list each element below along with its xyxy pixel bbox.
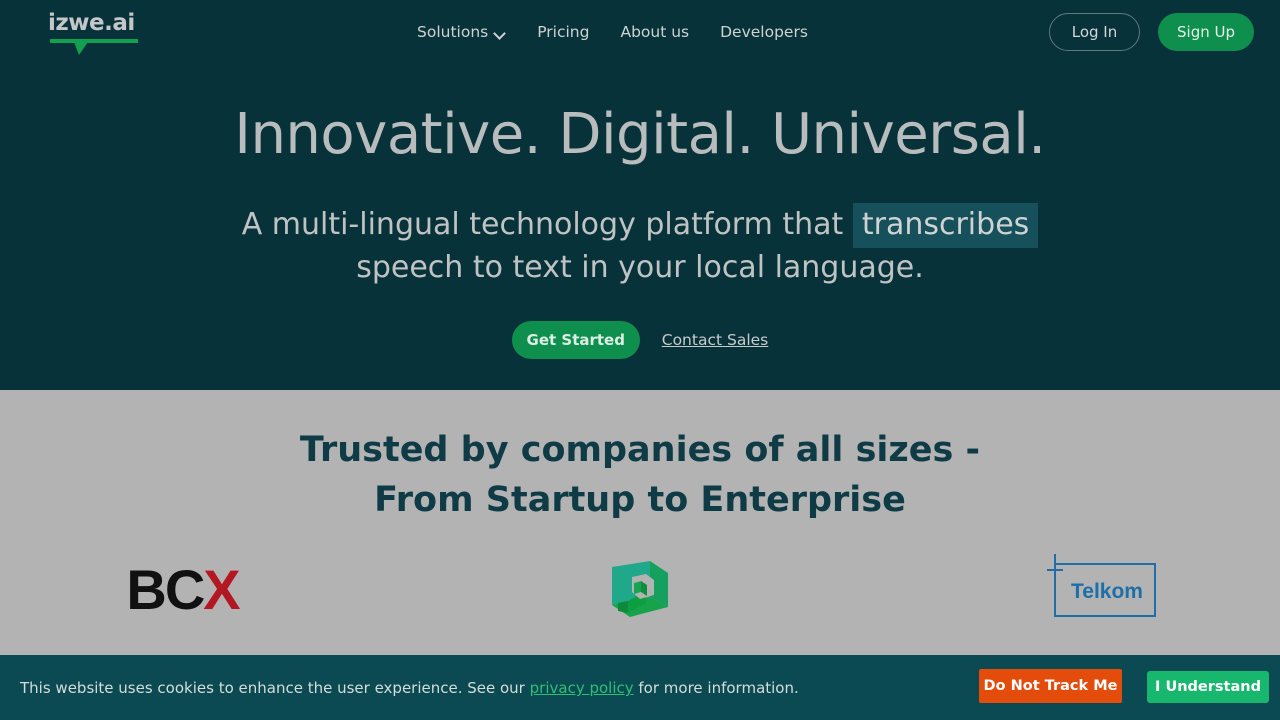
privacy-policy-link[interactable]: privacy policy [530, 679, 634, 697]
page-title: Innovative. Digital. Universal. [234, 102, 1046, 167]
cookie-text-after: for more information. [638, 679, 799, 697]
nav-item-solutions[interactable]: Solutions [417, 22, 506, 42]
i-understand-button[interactable]: I Understand [1147, 671, 1269, 703]
isometric-cube-icon [612, 561, 668, 617]
nav-item-about-us[interactable]: About us [620, 22, 689, 42]
isometric-cube-logo [610, 559, 670, 621]
login-button[interactable]: Log In [1049, 13, 1140, 51]
nav-links: Solutions Pricing About us Developers [417, 0, 808, 64]
speech-bubble-underline-icon [50, 39, 138, 43]
contact-sales-link[interactable]: Contact Sales [662, 331, 769, 349]
bcx-logo: BCX [126, 558, 240, 621]
hero-subtitle-line2: speech to text in your local language. [356, 250, 924, 285]
hero-section: izwe.ai Solutions Pricing About us Devel… [0, 0, 1280, 390]
client-logo-telkom: Telkom [1025, 545, 1185, 635]
trusted-by-title-line1: Trusted by companies of all sizes - [299, 430, 981, 470]
telkom-logo-label: Telkom [1071, 580, 1143, 603]
nav-actions: Log In Sign Up [1049, 13, 1254, 51]
cookie-text-before: This website uses cookies to enhance the… [20, 679, 525, 697]
trusted-by-title-line2: From Startup to Enterprise [374, 480, 906, 520]
get-started-button[interactable]: Get Started [511, 321, 640, 359]
telkom-logo: Telkom [1047, 554, 1156, 617]
top-navigation-bar: izwe.ai Solutions Pricing About us Devel… [0, 0, 1280, 64]
hero-cta-row: Get Started Contact Sales [0, 321, 1280, 359]
nav-item-pricing[interactable]: Pricing [537, 22, 589, 42]
client-logo-cube [580, 545, 700, 635]
trusted-by-section: Trusted by companies of all sizes - From… [0, 390, 1280, 655]
client-logo-bcx: BCX [95, 545, 270, 635]
site-logo[interactable]: izwe.ai [48, 10, 144, 55]
nav-item-pricing-label: Pricing [537, 23, 590, 41]
nav-item-developers-label: Developers [720, 23, 808, 41]
chevron-down-icon [495, 29, 506, 36]
hero-subtitle-line1: A multi-lingual technology platform that [241, 207, 844, 242]
hero-subtitle: A multi-lingual technology platform that… [140, 203, 1140, 289]
logo-text: izwe.ai [48, 10, 135, 36]
trusted-by-title: Trusted by companies of all sizes - From… [0, 425, 1280, 525]
nav-item-solutions-label: Solutions [417, 23, 489, 41]
hero-subtitle-highlight: transcribes [852, 203, 1039, 248]
do-not-track-button[interactable]: Do Not Track Me [979, 669, 1122, 703]
cookie-banner-text: This website uses cookies to enhance the… [20, 678, 799, 698]
signup-button[interactable]: Sign Up [1158, 13, 1254, 51]
bcx-logo-bc: BC [126, 558, 205, 621]
bcx-logo-x: X [203, 558, 240, 621]
speech-bubble-tail-icon [74, 42, 88, 55]
nav-item-about-us-label: About us [620, 23, 690, 41]
nav-item-developers[interactable]: Developers [720, 22, 808, 42]
client-logo-strip: BCX Telkom [0, 545, 1280, 635]
